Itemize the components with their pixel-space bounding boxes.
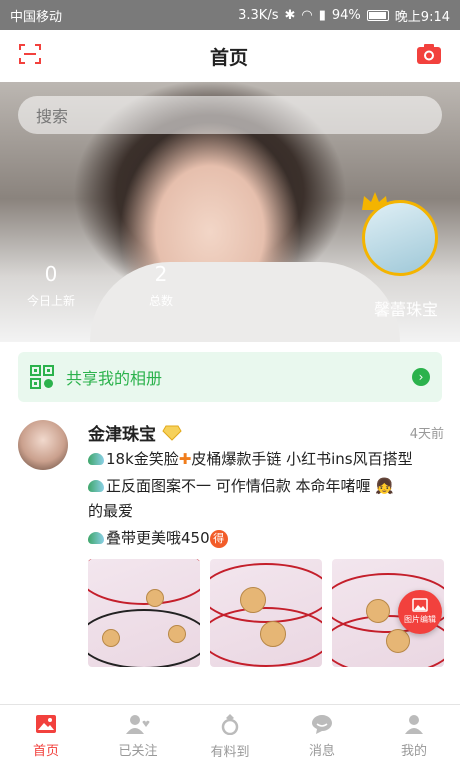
tab-label: 有料到 bbox=[210, 744, 250, 760]
photo-edit-button[interactable]: 图片编辑 bbox=[398, 590, 442, 634]
message-icon bbox=[312, 714, 332, 734]
image-icon bbox=[412, 598, 428, 612]
feed-post: 金津珠宝 4天前 18k金笑脸✚皮桶爆款手链 小红书ins风百搭型 正反面图案不… bbox=[0, 402, 460, 667]
de-badge-icon: 得 bbox=[209, 530, 228, 548]
home-icon bbox=[36, 714, 56, 733]
stat-value: 2 bbox=[154, 262, 168, 286]
tab-home[interactable]: 首页 bbox=[0, 705, 92, 767]
stat-label: 总数 bbox=[148, 294, 173, 308]
carrier-label: 中国移动 bbox=[10, 9, 63, 25]
tab-finds[interactable]: 有料到 bbox=[184, 705, 276, 767]
scan-icon[interactable] bbox=[18, 42, 42, 70]
tab-label: 首页 bbox=[32, 743, 59, 759]
post-text-line: 叠带更美哦450 得 bbox=[88, 526, 444, 551]
tab-profile[interactable]: 我的 bbox=[368, 705, 460, 767]
vip-diamond-icon bbox=[162, 425, 182, 441]
share-album-banner[interactable]: 共享我的相册 › bbox=[18, 352, 442, 402]
photo-edit-label: 图片编辑 bbox=[404, 615, 436, 624]
girl-emoji-icon: 👧 bbox=[375, 477, 395, 495]
tea-emoji-icon bbox=[88, 480, 104, 492]
tab-messages[interactable]: 消息 bbox=[276, 705, 368, 767]
author-name[interactable]: 金津珠宝 bbox=[88, 420, 156, 445]
ring-icon bbox=[221, 713, 239, 735]
stat-total[interactable]: 2 总数 bbox=[126, 262, 196, 309]
tab-following[interactable]: 已关注 bbox=[92, 705, 184, 767]
status-bar: 中国移动 3.3K/s ✱ ◠ ▮ 94% 晚上9:14 bbox=[0, 0, 460, 30]
bluetooth-icon: ✱ bbox=[284, 7, 296, 23]
following-icon bbox=[126, 714, 150, 734]
profile-icon bbox=[405, 714, 423, 734]
top-nav: 首页 bbox=[0, 30, 460, 82]
tab-label: 消息 bbox=[308, 743, 335, 759]
battery-percent: 94% bbox=[331, 7, 361, 23]
wifi-icon: ◠ bbox=[301, 7, 313, 23]
search-placeholder: 搜索 bbox=[36, 107, 69, 126]
tab-label: 我的 bbox=[400, 743, 427, 759]
chevron-right-icon: › bbox=[412, 368, 430, 386]
post-text-line: 正反面图案不一 可作情侣款 本命年啫喱 👧 的最爱 bbox=[88, 477, 395, 520]
signal-icon: ▮ bbox=[318, 7, 326, 23]
post-photo[interactable] bbox=[88, 559, 200, 667]
camera-icon[interactable] bbox=[416, 43, 442, 69]
post-text-line: 18k金笑脸✚皮桶爆款手链 小红书ins风百搭型 bbox=[88, 447, 444, 472]
bottom-tab-bar: 首页 已关注 有料到 消息 我的 bbox=[0, 704, 460, 767]
shop-avatar[interactable] bbox=[362, 200, 438, 276]
qr-code-icon bbox=[30, 365, 54, 389]
plus-emoji-icon: ✚ bbox=[178, 450, 192, 468]
stat-label: 今日上新 bbox=[26, 294, 75, 308]
search-input[interactable]: 搜索 bbox=[18, 96, 442, 134]
stat-value: 0 bbox=[44, 262, 58, 286]
post-photo[interactable] bbox=[210, 559, 322, 667]
hero-banner: 搜索 0 今日上新 2 总数 馨蕾珠宝 bbox=[0, 82, 460, 342]
tea-emoji-icon bbox=[88, 532, 104, 544]
battery-icon bbox=[366, 9, 389, 21]
tab-label: 已关注 bbox=[118, 743, 158, 759]
author-avatar[interactable] bbox=[18, 420, 68, 470]
shop-name[interactable]: 馨蕾珠宝 bbox=[374, 296, 438, 320]
stat-new-today[interactable]: 0 今日上新 bbox=[16, 262, 86, 309]
post-photos bbox=[88, 559, 444, 667]
post-time: 4天前 bbox=[409, 427, 444, 442]
network-speed: 3.3K/s bbox=[238, 7, 279, 23]
clock: 晚上9:14 bbox=[394, 9, 450, 25]
tea-emoji-icon bbox=[88, 453, 104, 465]
share-album-label: 共享我的相册 bbox=[66, 369, 163, 388]
page-title: 首页 bbox=[209, 46, 248, 69]
